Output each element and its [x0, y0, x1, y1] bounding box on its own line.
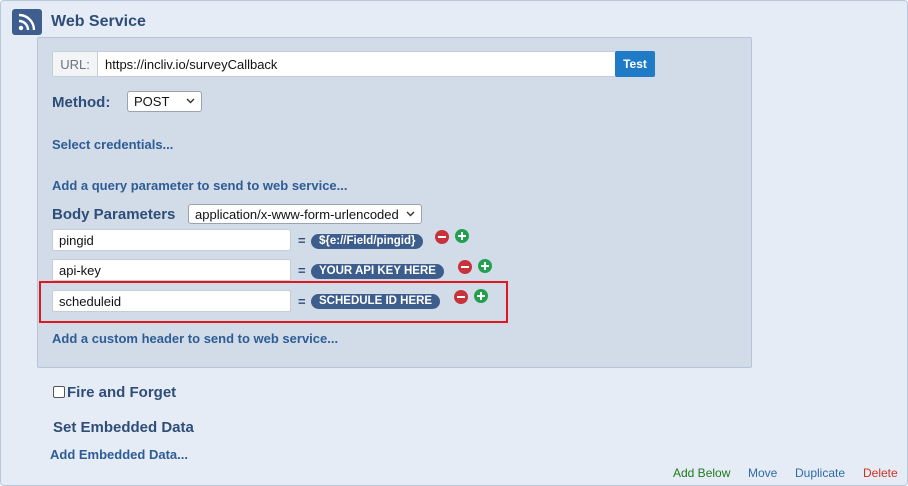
content-type-select[interactable]: application/x-www-form-urlencoded [188, 204, 422, 224]
equals-sign: = [298, 263, 306, 278]
method-selected-value: POST [134, 94, 170, 109]
duplicate-link[interactable]: Duplicate [795, 466, 845, 480]
add-embedded-data-link[interactable]: Add Embedded Data... [50, 447, 188, 462]
web-service-block: Web Service URL: Test Method: POST Selec… [0, 0, 908, 486]
rss-icon [12, 9, 42, 35]
remove-parameter-button[interactable] [435, 230, 449, 244]
delete-link[interactable]: Delete [863, 466, 898, 480]
chevron-down-icon [186, 96, 195, 107]
highlight-box [39, 281, 508, 323]
select-credentials-link[interactable]: Select credentials... [52, 137, 173, 152]
url-label: URL: [53, 52, 98, 76]
remove-parameter-button[interactable] [458, 260, 472, 274]
add-query-parameter-link[interactable]: Add a query parameter to send to web ser… [52, 178, 347, 193]
url-field: URL: [52, 51, 617, 77]
fire-and-forget-label: Fire and Forget [67, 384, 177, 401]
set-embedded-data-heading: Set Embedded Data [53, 419, 194, 436]
block-title: Web Service [51, 13, 146, 30]
chevron-down-icon [406, 209, 415, 220]
add-parameter-button[interactable] [478, 259, 492, 273]
add-custom-header-link[interactable]: Add a custom header to send to web servi… [52, 331, 338, 346]
body-param-key-input[interactable] [52, 229, 291, 251]
method-select[interactable]: POST [127, 91, 202, 112]
url-input[interactable] [98, 52, 616, 76]
method-label: Method: [52, 94, 111, 111]
move-link[interactable]: Move [748, 466, 777, 480]
add-below-link[interactable]: Add Below [673, 466, 730, 480]
add-parameter-button[interactable] [455, 229, 469, 243]
equals-sign: = [298, 233, 306, 248]
content-type-value: application/x-www-form-urlencoded [195, 206, 399, 222]
fire-and-forget-checkbox[interactable] [53, 386, 65, 398]
body-param-value-pill[interactable]: YOUR API KEY HERE [311, 264, 444, 279]
test-button[interactable]: Test [615, 51, 655, 77]
body-param-value-pill[interactable]: ${e://Field/pingid} [311, 234, 424, 249]
body-param-key-input[interactable] [52, 259, 291, 281]
body-parameters-label: Body Parameters [52, 206, 176, 223]
